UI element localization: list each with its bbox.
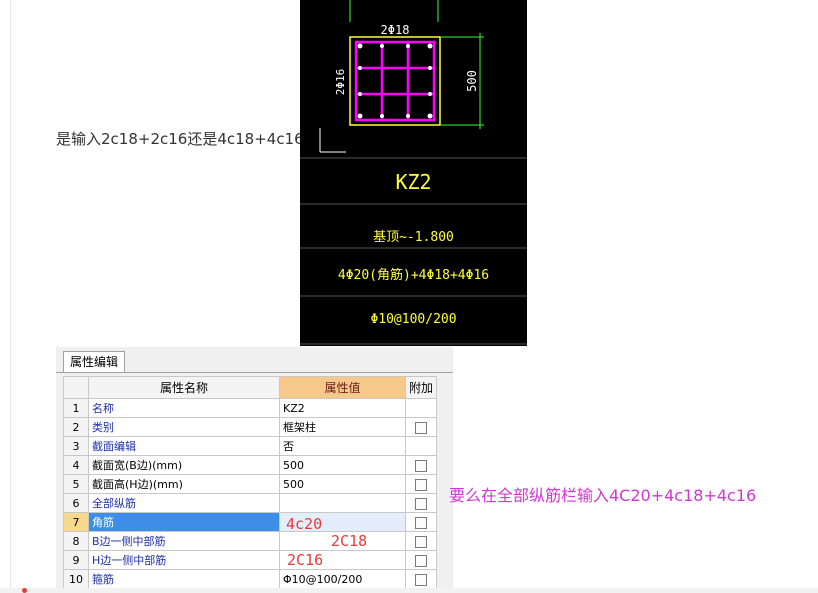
checkbox-icon[interactable] bbox=[415, 573, 427, 586]
extra-cell bbox=[404, 455, 438, 475]
property-value[interactable]: 框架柱 bbox=[279, 417, 406, 437]
checkbox-icon[interactable] bbox=[415, 459, 427, 472]
extra-cell bbox=[404, 436, 438, 456]
column-header-index bbox=[63, 376, 89, 399]
annotation-note: 要么在全部纵筋栏输入4C20+4c18+4c16 bbox=[449, 486, 757, 505]
property-name[interactable]: 截面编辑 bbox=[88, 436, 280, 456]
handwriting-b-side: 2C18 bbox=[331, 532, 368, 550]
extra-cell bbox=[404, 569, 438, 589]
checkbox-icon[interactable] bbox=[415, 535, 427, 548]
property-name[interactable]: H边一侧中部筋 bbox=[88, 550, 280, 570]
handwriting-h-side: 2C16 bbox=[287, 551, 324, 569]
property-name[interactable]: 截面高(H边)(mm) bbox=[88, 474, 280, 494]
checkbox-icon[interactable] bbox=[415, 421, 427, 434]
table-row[interactable]: 9 H边一侧中部筋 bbox=[63, 550, 438, 570]
stirrup-spec-label: Φ10@100/200 bbox=[370, 312, 457, 327]
property-value[interactable]: Φ10@100/200 bbox=[279, 569, 406, 589]
top-rebar-label: 2Φ18 bbox=[381, 23, 410, 37]
property-name[interactable]: 箍筋 bbox=[88, 569, 280, 589]
property-name[interactable]: B边一侧中部筋 bbox=[88, 531, 280, 551]
table-row[interactable]: 6 全部纵筋 bbox=[63, 493, 438, 513]
property-value[interactable]: 500 bbox=[279, 474, 406, 494]
extra-cell bbox=[404, 531, 438, 551]
row-number: 2 bbox=[63, 417, 89, 437]
row-number: 6 bbox=[63, 493, 89, 513]
handwriting-corner: 4c20 bbox=[286, 515, 323, 533]
property-name[interactable]: 角筋 bbox=[88, 512, 280, 532]
column-header-value[interactable]: 属性值 bbox=[279, 376, 406, 399]
row-number: 8 bbox=[63, 531, 89, 551]
checkbox-icon[interactable] bbox=[415, 554, 427, 567]
column-outline bbox=[349, 36, 441, 126]
table-header-row: 属性名称 属性值 附加 bbox=[63, 376, 438, 399]
property-name[interactable]: 类别 bbox=[88, 417, 280, 437]
table-row[interactable]: 8 B边一侧中部筋 bbox=[63, 531, 438, 551]
row-number: 7 bbox=[63, 512, 89, 532]
tab-divider bbox=[56, 372, 453, 373]
column-header-extra[interactable]: 附加 bbox=[404, 376, 438, 399]
checkbox-icon[interactable] bbox=[415, 478, 427, 491]
property-name[interactable]: 全部纵筋 bbox=[88, 493, 280, 513]
status-bar bbox=[0, 588, 818, 593]
tab-property-edit[interactable]: 属性编辑 bbox=[63, 351, 125, 372]
property-value[interactable]: KZ2 bbox=[279, 398, 406, 418]
row-number: 9 bbox=[63, 550, 89, 570]
column-name-label: KZ2 bbox=[395, 170, 432, 194]
table-row[interactable]: 5 截面高(H边)(mm) 500 bbox=[63, 474, 438, 494]
checkbox-icon[interactable] bbox=[415, 516, 427, 529]
table-row[interactable]: 2 类别 框架柱 bbox=[63, 417, 438, 437]
row-number: 1 bbox=[63, 398, 89, 418]
cad-drawing: 2Φ18 2Φ16 500 KZ2 基顶~-1.800 4Φ20(角筋)+4Φ1… bbox=[300, 0, 527, 346]
page-left-border bbox=[10, 0, 11, 593]
property-value[interactable] bbox=[279, 493, 406, 513]
dimension-label: 500 bbox=[465, 70, 479, 92]
stirrup-outer bbox=[354, 40, 436, 122]
table-row[interactable]: 7 角筋 bbox=[63, 512, 438, 532]
property-name[interactable]: 名称 bbox=[88, 398, 280, 418]
table-row[interactable]: 1 名称 KZ2 bbox=[63, 398, 438, 418]
checkbox-icon[interactable] bbox=[415, 497, 427, 510]
rebar-dots bbox=[357, 43, 433, 119]
column-header-name[interactable]: 属性名称 bbox=[88, 376, 280, 399]
question-text: 是输入2c18+2c16还是4c18+4c16 bbox=[56, 130, 304, 148]
extra-cell bbox=[404, 493, 438, 513]
side-rebar-label: 2Φ16 bbox=[334, 69, 347, 96]
elevation-label: 基顶~-1.800 bbox=[373, 230, 454, 245]
row-number: 3 bbox=[63, 436, 89, 456]
rebar-spec-label: 4Φ20(角筋)+4Φ18+4Φ16 bbox=[337, 268, 490, 283]
row-number: 10 bbox=[63, 569, 89, 589]
extra-cell bbox=[404, 417, 438, 437]
status-dot-icon bbox=[22, 588, 27, 593]
property-name[interactable]: 截面宽(B边)(mm) bbox=[88, 455, 280, 475]
table-row[interactable]: 10 箍筋 Φ10@100/200 bbox=[63, 569, 438, 589]
row-number: 5 bbox=[63, 474, 89, 494]
property-value[interactable]: 否 bbox=[279, 436, 406, 456]
row-number: 4 bbox=[63, 455, 89, 475]
property-value[interactable]: 500 bbox=[279, 455, 406, 475]
extra-cell bbox=[404, 512, 438, 532]
extra-cell bbox=[404, 398, 438, 418]
extra-cell bbox=[404, 550, 438, 570]
extra-cell bbox=[404, 474, 438, 494]
table-row[interactable]: 4 截面宽(B边)(mm) 500 bbox=[63, 455, 438, 475]
property-table: 属性名称 属性值 附加 1 名称 KZ2 2 类别 框架柱 3 截面编辑否 4 截面宽(B边)(m… bbox=[63, 376, 438, 589]
table-row[interactable]: 3 截面编辑否 bbox=[63, 436, 438, 456]
